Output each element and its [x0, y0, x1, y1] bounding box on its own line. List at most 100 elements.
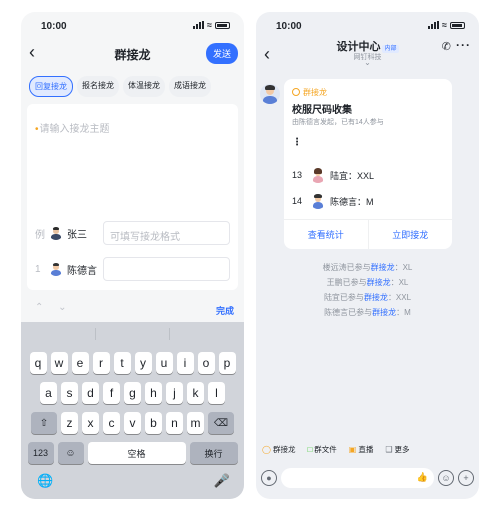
view-stats-button[interactable]: 查看统计	[284, 220, 369, 249]
key[interactable]: b	[145, 412, 162, 434]
emoji-key-icon[interactable]: ☺	[57, 442, 84, 464]
key[interactable]: m	[187, 412, 204, 434]
voice-icon[interactable]: ●	[261, 470, 277, 486]
key[interactable]: q	[29, 352, 47, 374]
card-entry: 13 陆宜：XXL	[292, 165, 374, 185]
key-row-2: a s d f g h j k l	[24, 382, 241, 404]
key[interactable]: y	[134, 352, 152, 374]
join-chain-button[interactable]: 立即接龙	[369, 220, 453, 249]
avatar	[49, 226, 63, 240]
chip-signup[interactable]: 报名接龙	[77, 76, 119, 97]
key[interactable]: z	[61, 412, 78, 434]
notice-value: ：XXL	[387, 293, 412, 302]
key[interactable]: x	[82, 412, 99, 434]
chat-screen: 10:00 ≈ ‹ 设计中心 内部 网钉科技 ⌄ ✆ ··· 群接龙 校服尺码收集…	[256, 12, 479, 499]
system-notices: 楼远涛已参与群接龙：XL 王鹏已参与群接龙：XL 陆宜已参与群接龙：XXL 陈德…	[256, 260, 479, 320]
folder-icon: □	[307, 445, 313, 454]
avatar	[310, 193, 326, 209]
app-more[interactable]: ❑ 更多	[385, 444, 409, 455]
thumbs-up-icon[interactable]: 👍	[417, 472, 428, 483]
chain-icon	[292, 88, 300, 96]
key[interactable]: d	[82, 382, 99, 404]
entry-row: 1 陈德言	[35, 256, 230, 282]
key[interactable]: r	[92, 352, 110, 374]
space-key[interactable]: 空格	[87, 442, 186, 464]
app-files[interactable]: □ 群文件	[307, 444, 336, 455]
app-label: 群接龙	[272, 445, 296, 454]
quick-apps: ◯ 群接龙 □ 群文件 ▣ 直播 ❑ 更多	[262, 444, 473, 455]
ellipsis-icon: ⋮	[292, 137, 302, 148]
card-entry: 14 陈德言：M	[292, 191, 374, 211]
entry-input[interactable]	[103, 257, 230, 281]
chip-reply[interactable]: 回复接龙	[29, 76, 73, 97]
app-chain[interactable]: ◯ 群接龙	[262, 444, 295, 455]
key[interactable]: k	[187, 382, 204, 404]
entry-name: 陈德言	[67, 265, 97, 277]
live-icon: ▣	[348, 445, 357, 454]
key[interactable]: e	[71, 352, 89, 374]
field-nav-arrows[interactable]: ⌃ ⌄	[35, 302, 73, 313]
send-button[interactable]: 发送	[205, 43, 238, 64]
key-row-3: ⇧ z x c v b n m ⌫	[24, 412, 241, 434]
key[interactable]: o	[197, 352, 215, 374]
shift-key-icon[interactable]: ⇧	[31, 412, 57, 434]
suggestion-bar	[21, 322, 244, 346]
key[interactable]: c	[103, 412, 120, 434]
numbers-key[interactable]: 123	[27, 442, 54, 464]
entry-text: 陆宜：XXL	[330, 170, 375, 181]
globe-icon[interactable]: 🌐	[37, 473, 53, 489]
notice-link[interactable]: 群接龙	[364, 293, 388, 302]
key-row-4: 123 ☺ 空格 换行	[24, 442, 241, 464]
notice-who: 楼远涛已参与	[322, 263, 371, 272]
key[interactable]: g	[124, 382, 141, 404]
delete-key-icon[interactable]: ⌫	[208, 412, 234, 434]
card-type-label: 群接龙	[303, 88, 327, 97]
key[interactable]: h	[145, 382, 162, 404]
phone-icon[interactable]: ✆	[442, 40, 451, 53]
chip-temperature[interactable]: 体温接龙	[123, 76, 165, 97]
notice-who: 王鹏已参与	[326, 278, 367, 287]
more-icon[interactable]: ···	[456, 38, 471, 52]
key[interactable]: n	[166, 412, 183, 434]
key[interactable]: j	[166, 382, 183, 404]
notice-item: 楼远涛已参与群接龙：XL	[256, 260, 479, 275]
plus-icon[interactable]: +	[458, 470, 474, 486]
key[interactable]: t	[113, 352, 131, 374]
example-index: 例	[35, 229, 45, 241]
done-button[interactable]: 完成	[216, 304, 234, 317]
topic-input[interactable]: •请输入接龙主题	[35, 120, 110, 135]
avatar	[49, 262, 63, 276]
key[interactable]: l	[208, 382, 225, 404]
wifi-icon: ≈	[207, 20, 212, 30]
chain-card[interactable]: 群接龙 校服尺码收集 由陈德言发起，已有14人参与 ⋮ 13 陆宜：XXL 14…	[284, 79, 452, 249]
avatar[interactable]	[260, 84, 280, 104]
app-live[interactable]: ▣ 直播	[349, 444, 374, 455]
key[interactable]: i	[176, 352, 194, 374]
key[interactable]: v	[124, 412, 141, 434]
chain-editor: •请输入接龙主题 例 张三 可填写接龙格式 1 陈德言	[27, 104, 238, 290]
emoji-icon[interactable]: ☺	[438, 470, 454, 486]
mic-icon[interactable]: 🎤	[214, 473, 230, 489]
key[interactable]: f	[103, 382, 120, 404]
key[interactable]: a	[40, 382, 57, 404]
notice-link[interactable]: 群接龙	[372, 308, 396, 317]
app-label: 直播	[358, 445, 374, 454]
app-label: 群文件	[314, 445, 337, 454]
notice-link[interactable]: 群接龙	[367, 278, 391, 287]
key[interactable]: p	[218, 352, 236, 374]
key[interactable]: w	[50, 352, 68, 374]
chip-idiom[interactable]: 成语接龙	[169, 76, 211, 97]
key-row-1: q w e r t y u i o p	[24, 352, 241, 374]
avatar	[310, 167, 326, 183]
chevron-down-icon[interactable]: ⌄	[256, 58, 479, 67]
template-chips: 回复接龙 报名接龙 体温接龙 成语接龙	[29, 76, 211, 97]
cube-icon: ❑	[385, 445, 393, 454]
key[interactable]: u	[155, 352, 173, 374]
notice-link[interactable]: 群接龙	[371, 263, 395, 272]
return-key[interactable]: 换行	[189, 442, 238, 464]
key[interactable]: s	[61, 382, 78, 404]
notice-item: 陆宜已参与群接龙：XXL	[256, 290, 479, 305]
message-input[interactable]: 👍	[281, 468, 434, 488]
format-input[interactable]: 可填写接龙格式	[103, 221, 230, 245]
keyboard-bottom: 🌐 🎤	[21, 473, 244, 493]
